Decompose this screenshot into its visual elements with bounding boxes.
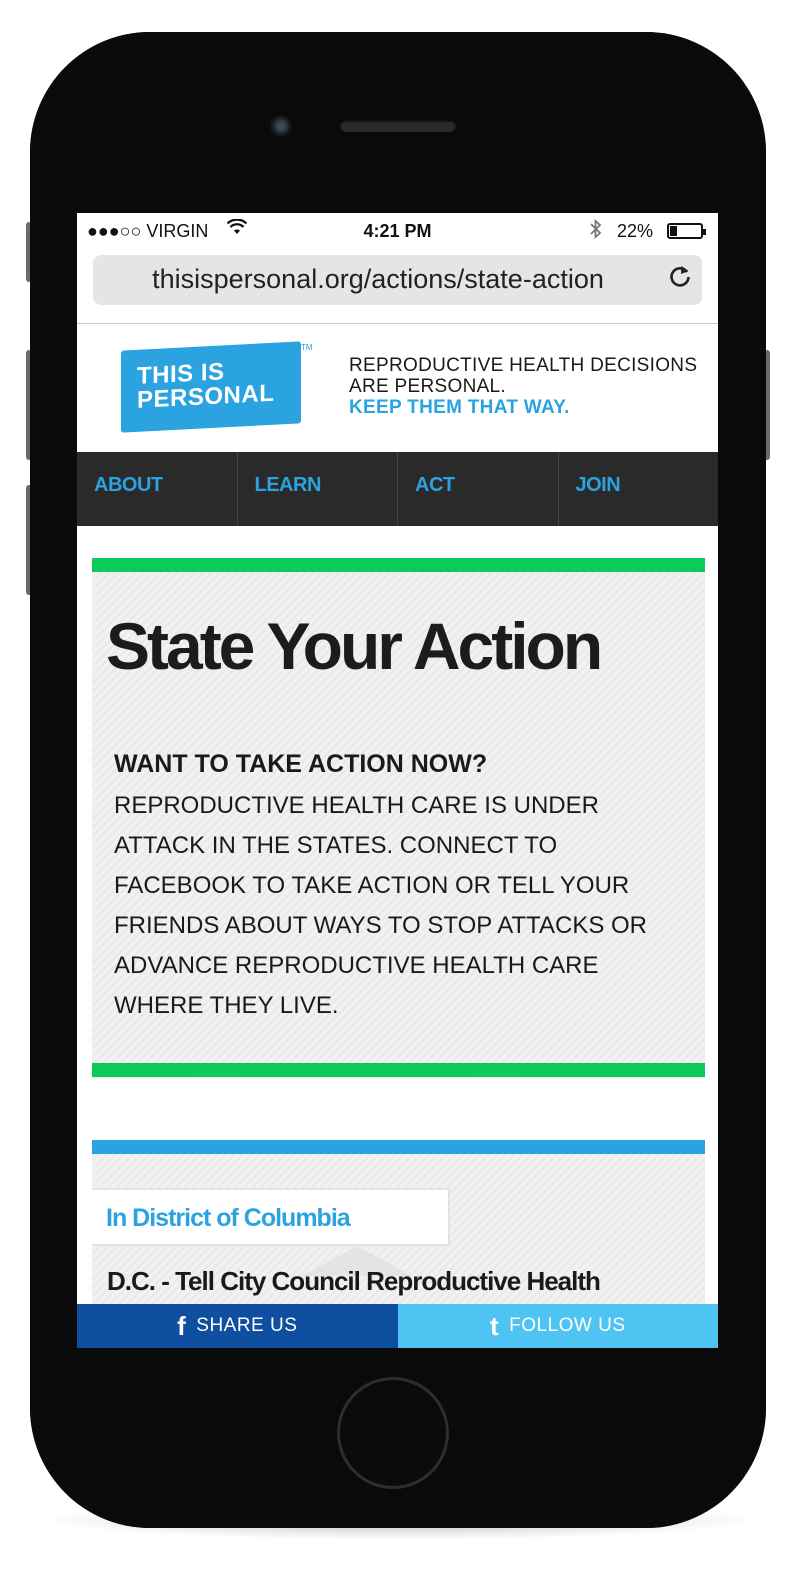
location-label: In District of Columbia: [106, 1204, 351, 1232]
social-bar: f SHARE US t FOLLOW US: [77, 1304, 718, 1348]
battery-icon: [667, 223, 706, 239]
hero-heading: WANT TO TAKE ACTION NOW?: [114, 750, 488, 778]
nav-item-join[interactable]: JOIN: [559, 452, 719, 526]
location-section-bar: [92, 1140, 705, 1154]
site-logo[interactable]: THIS IS PERSONAL: [121, 341, 301, 433]
share-button[interactable]: f SHARE US: [77, 1304, 398, 1348]
facebook-icon: f: [177, 1310, 187, 1341]
home-button[interactable]: [337, 1377, 449, 1489]
trademark-mark: TM: [301, 343, 313, 352]
hero-body: REPRODUCTIVE HEALTH CARE IS UNDER ATTACK…: [114, 792, 648, 1019]
battery-percent: 22%: [617, 221, 654, 241]
hero-top-bar: [92, 558, 705, 572]
front-camera: [270, 115, 292, 137]
nav-item-about[interactable]: ABOUT: [77, 452, 238, 526]
hero-section: State Your Action WANT TO TAKE ACTION NO…: [92, 558, 705, 1078]
url-text[interactable]: thisispersonal.org/actions/state-action: [93, 264, 663, 295]
tagline-line1: REPRODUCTIVE HEALTH DECISIONS: [349, 355, 698, 376]
nav-item-act[interactable]: ACT: [398, 452, 559, 526]
twitter-icon: t: [489, 1310, 500, 1341]
reload-icon[interactable]: [668, 263, 692, 296]
logo-line2: PERSONAL: [137, 379, 275, 414]
nav-item-learn[interactable]: LEARN: [238, 452, 398, 526]
browser-divider: [77, 323, 718, 324]
follow-label: FOLLOW US: [509, 1315, 626, 1336]
share-label: SHARE US: [196, 1315, 298, 1336]
page-title: State Your Action: [106, 609, 603, 683]
action-title[interactable]: D.C. - Tell City Council Reproductive He…: [107, 1266, 601, 1297]
address-bar[interactable]: thisispersonal.org/actions/state-action: [93, 255, 702, 305]
site-tagline: REPRODUCTIVE HEALTH DECISIONS ARE PERSON…: [349, 355, 697, 418]
tagline-line3: KEEP THEM THAT WAY.: [349, 397, 570, 418]
earpiece-speaker: [340, 120, 456, 132]
bluetooth-icon: [589, 218, 603, 244]
battery-level-fill: [670, 226, 677, 236]
status-bar: ●●●○○ VIRGIN 4:21 PM 22%: [77, 213, 718, 249]
phone-screen: ●●●○○ VIRGIN 4:21 PM 22% thisispersonal.…: [77, 213, 718, 1348]
location-tab[interactable]: In District of Columbia: [92, 1188, 450, 1246]
follow-button[interactable]: t FOLLOW US: [397, 1304, 718, 1348]
tagline-line2: ARE PERSONAL.: [349, 376, 507, 397]
hero-bottom-bar: [92, 1063, 705, 1077]
main-nav: ABOUT LEARN ACT JOIN: [77, 452, 718, 526]
